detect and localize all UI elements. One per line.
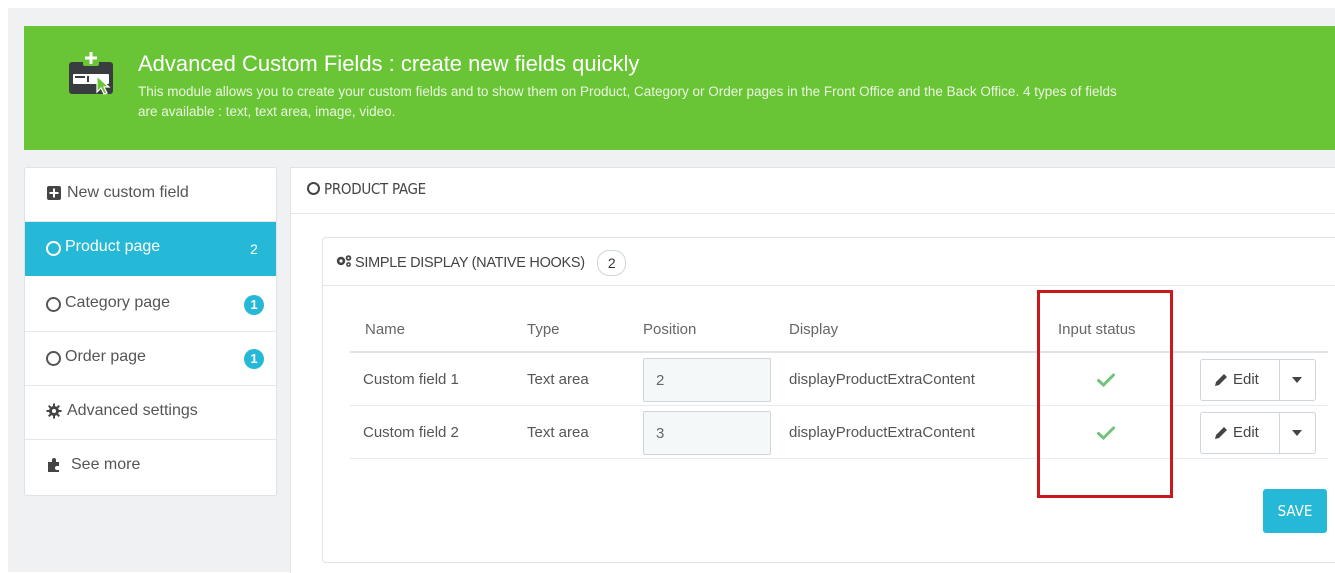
position-input[interactable] [643,358,771,402]
sidebar-item-see-more[interactable]: See more [25,440,276,494]
sidebar-item-product-page[interactable]: Product page 2 [25,222,276,276]
puzzle-icon [48,458,59,472]
sidebar-item-new-custom-field[interactable]: New custom field [25,168,276,222]
row-divider [350,405,1328,406]
sidebar-item-label: Product page [65,238,161,255]
caret-down-icon [1292,430,1302,436]
actions-dropdown-toggle[interactable] [1279,360,1315,400]
sidebar-item-label: Order page [65,348,146,365]
field-name: Custom field 1 [363,371,459,388]
sidebar-item-category-page[interactable]: Category page 1 [25,278,276,332]
field-name: Custom field 2 [363,424,459,441]
sidebar-item-label: Advanced settings [67,402,198,419]
edit-label: Edit [1233,371,1259,388]
highlight-box [1037,290,1173,498]
circle-icon [46,241,62,257]
simple-display-panel: SIMPLE DISPLAY (NATIVE HOOKS) 2 [322,237,1335,563]
count-badge: 1 [244,349,264,369]
caret-down-icon [1292,377,1302,383]
edit-button[interactable]: Edit [1201,413,1280,453]
row-actions: Edit [1200,412,1316,454]
circle-icon [307,182,320,195]
section-heading: SIMPLE DISPLAY (NATIVE HOOKS) 2 [335,250,627,276]
main-panel: PRODUCT PAGE SIMPLE DISPLAY (NATIVE HOOK… [290,167,1335,573]
display-hook: displayProductExtraContent [789,424,975,441]
save-button[interactable]: SAVE [1263,489,1327,533]
row-actions: Edit [1200,359,1316,401]
pencil-icon [1215,374,1227,386]
page-title: PRODUCT PAGE [324,180,426,198]
count-badge: 2 [596,250,627,276]
cogs-icon [336,255,352,267]
section-title: SIMPLE DISPLAY (NATIVE HOOKS) [355,254,585,271]
sidebar-menu: New custom field Product page 2 Category… [24,167,277,496]
module-icon [69,50,113,95]
field-type: Text area [527,371,589,388]
table-header-divider [350,351,1328,353]
sidebar-item-label: Category page [65,294,170,311]
circle-icon [46,351,62,367]
sidebar-item-label: See more [71,456,141,473]
column-header-name: Name [365,321,406,338]
circle-icon [46,297,62,313]
banner-title: Advanced Custom Fields : create new fiel… [138,51,640,76]
column-header-display: Display [789,321,839,338]
divider [291,213,1335,214]
column-header-type: Type [527,321,560,338]
sidebar-item-label: New custom field [67,184,189,201]
field-type: Text area [527,424,589,441]
edit-button[interactable]: Edit [1201,360,1280,400]
count-badge: 2 [250,241,258,257]
edit-label: Edit [1233,424,1259,441]
panel-heading: PRODUCT PAGE [307,180,426,198]
count-badge: 1 [244,295,264,315]
module-banner: Advanced Custom Fields : create new fiel… [24,26,1335,150]
divider [323,285,1335,286]
gear-icon [46,403,62,419]
banner-description: This module allows you to create your cu… [138,84,1117,119]
pencil-icon [1215,427,1227,439]
display-hook: displayProductExtraContent [789,371,975,388]
sidebar-item-advanced-settings[interactable]: Advanced settings [25,386,276,440]
plus-square-icon [47,186,61,200]
column-header-position: Position [643,321,697,338]
position-input[interactable] [643,411,771,455]
row-divider [350,458,1328,459]
actions-dropdown-toggle[interactable] [1279,413,1315,453]
sidebar-item-order-page[interactable]: Order page 1 [25,332,276,386]
